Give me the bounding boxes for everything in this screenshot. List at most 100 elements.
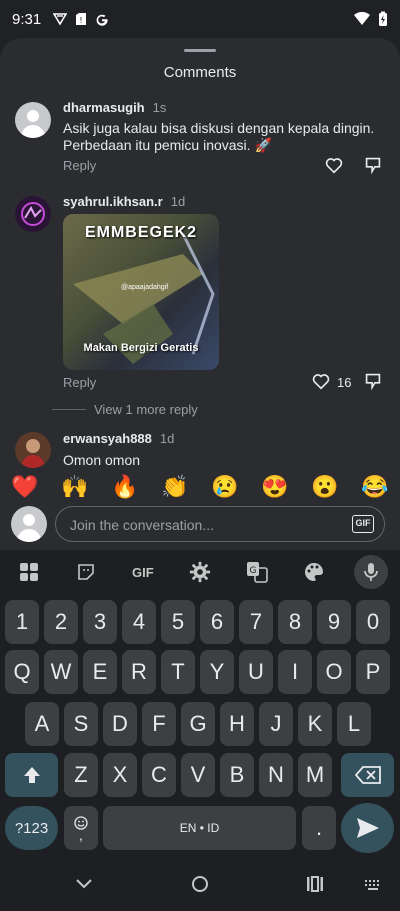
emoji-heart[interactable]: ❤️ xyxy=(11,474,38,500)
key-n[interactable]: N xyxy=(259,753,293,797)
send-icon xyxy=(356,818,379,838)
key-l[interactable]: L xyxy=(337,702,371,746)
comment-input-placeholder: Join the conversation... xyxy=(70,517,214,533)
username-text[interactable]: erwansyah888 xyxy=(63,431,152,446)
keyboard-switch-icon[interactable] xyxy=(364,878,382,892)
comments-sheet: Comments dharmasugih 1s Asik juga kalau b… xyxy=(0,38,400,550)
translate-icon[interactable]: G xyxy=(240,555,274,589)
avatar[interactable] xyxy=(15,432,51,468)
key-7[interactable]: 7 xyxy=(239,600,273,644)
keyboard: GIF G 1 2 3 4 5 6 7 8 9 0 Q W E R T Y U … xyxy=(0,550,400,860)
backspace-icon xyxy=(354,766,381,784)
gif-button[interactable]: GIF xyxy=(352,515,374,533)
key-z[interactable]: Z xyxy=(64,753,98,797)
settings-gear-icon[interactable] xyxy=(183,555,217,589)
username-text[interactable]: syahrul.ikhsan.r xyxy=(63,194,163,209)
apps-grid-icon[interactable] xyxy=(12,555,46,589)
key-q[interactable]: Q xyxy=(5,650,39,694)
key-1[interactable]: 1 xyxy=(5,600,39,644)
comment-input[interactable]: Join the conversation... GIF xyxy=(55,506,385,542)
key-d[interactable]: D xyxy=(103,702,137,746)
mic-icon[interactable] xyxy=(354,555,389,589)
key-x[interactable]: X xyxy=(103,753,137,797)
key-3[interactable]: 3 xyxy=(83,600,117,644)
gif-image[interactable]: EMMBEGEK2 @apaajadahgif Makan Bergizi Ge… xyxy=(63,214,219,370)
send-key[interactable] xyxy=(341,803,394,853)
key-o[interactable]: O xyxy=(317,650,351,694)
emoji-clap[interactable]: 👏 xyxy=(161,474,188,500)
key-6[interactable]: 6 xyxy=(200,600,234,644)
google-icon xyxy=(96,14,108,26)
symbols-key[interactable]: ?123 xyxy=(5,806,58,850)
period-key[interactable]: . xyxy=(302,806,336,850)
heart-icon[interactable] xyxy=(323,154,345,176)
sticker-icon[interactable] xyxy=(69,555,103,589)
back-chevron-icon[interactable] xyxy=(74,874,94,894)
home-circle-icon[interactable] xyxy=(190,874,210,894)
recents-icon[interactable] xyxy=(305,874,325,894)
dislike-icon[interactable] xyxy=(362,154,384,176)
keyboard-toolbar: GIF G xyxy=(0,554,400,590)
comment-username[interactable]: erwansyah888 1d xyxy=(63,431,174,446)
drag-handle[interactable] xyxy=(184,49,216,52)
gif-caption-bottom: Makan Bergizi Geratis xyxy=(83,342,199,354)
key-m[interactable]: M xyxy=(298,753,332,797)
emoji-heart-eyes[interactable]: 😍 xyxy=(261,474,288,500)
emoji-surprised[interactable]: 😮 xyxy=(311,474,338,500)
svg-text:G: G xyxy=(250,566,257,576)
emoji-cry[interactable]: 😢 xyxy=(211,474,238,500)
theme-palette-icon[interactable] xyxy=(297,555,331,589)
sheet-title: Comments xyxy=(163,64,237,81)
avatar-art-icon xyxy=(21,202,45,226)
username-text[interactable]: dharmasugih xyxy=(63,100,145,115)
shift-key[interactable] xyxy=(5,753,58,797)
key-c[interactable]: C xyxy=(142,753,176,797)
emoji-key[interactable]: , xyxy=(64,806,98,850)
avatar[interactable] xyxy=(15,102,51,138)
key-h[interactable]: H xyxy=(220,702,254,746)
comment-time: 1s xyxy=(152,100,167,115)
key-k[interactable]: K xyxy=(298,702,332,746)
emoji-laugh[interactable]: 😂 xyxy=(361,474,388,500)
comment-username[interactable]: dharmasugih 1s xyxy=(63,100,166,115)
key-g[interactable]: G xyxy=(181,702,215,746)
key-e[interactable]: E xyxy=(83,650,117,694)
backspace-key[interactable] xyxy=(341,753,394,797)
reply-button[interactable]: Reply xyxy=(63,158,96,173)
vpn-icon xyxy=(53,13,68,26)
key-9[interactable]: 9 xyxy=(317,600,351,644)
comment-time: 1d xyxy=(159,431,175,446)
key-a[interactable]: A xyxy=(25,702,59,746)
key-s[interactable]: S xyxy=(64,702,98,746)
reply-button[interactable]: Reply xyxy=(63,375,96,390)
key-2[interactable]: 2 xyxy=(44,600,78,644)
key-u[interactable]: U xyxy=(239,650,273,694)
avatar[interactable] xyxy=(15,196,51,232)
view-more-label[interactable]: View 1 more reply xyxy=(94,402,198,417)
key-p[interactable]: P xyxy=(356,650,390,694)
key-v[interactable]: V xyxy=(181,753,215,797)
emoji-fire[interactable]: 🔥 xyxy=(111,474,138,500)
key-5[interactable]: 5 xyxy=(161,600,195,644)
key-0[interactable]: 0 xyxy=(356,600,390,644)
comment-username[interactable]: syahrul.ikhsan.r 1d xyxy=(63,194,185,209)
sim-icon: ! xyxy=(76,13,87,25)
key-8[interactable]: 8 xyxy=(278,600,312,644)
gif-tool-icon[interactable]: GIF xyxy=(126,555,160,589)
space-key[interactable]: EN • ID xyxy=(103,806,296,850)
key-r[interactable]: R xyxy=(122,650,156,694)
shift-icon xyxy=(23,767,40,783)
key-4[interactable]: 4 xyxy=(122,600,156,644)
key-i[interactable]: I xyxy=(278,650,312,694)
key-t[interactable]: T xyxy=(161,650,195,694)
heart-icon[interactable] xyxy=(310,370,332,392)
key-j[interactable]: J xyxy=(259,702,293,746)
key-b[interactable]: B xyxy=(220,753,254,797)
key-f[interactable]: F xyxy=(142,702,176,746)
dislike-icon[interactable] xyxy=(362,370,384,392)
key-w[interactable]: W xyxy=(44,650,78,694)
emoji-raised-hands[interactable]: 🙌 xyxy=(61,474,88,500)
key-y[interactable]: Y xyxy=(200,650,234,694)
comment-time: 1d xyxy=(170,194,186,209)
view-more-replies[interactable]: View 1 more reply xyxy=(52,402,198,417)
